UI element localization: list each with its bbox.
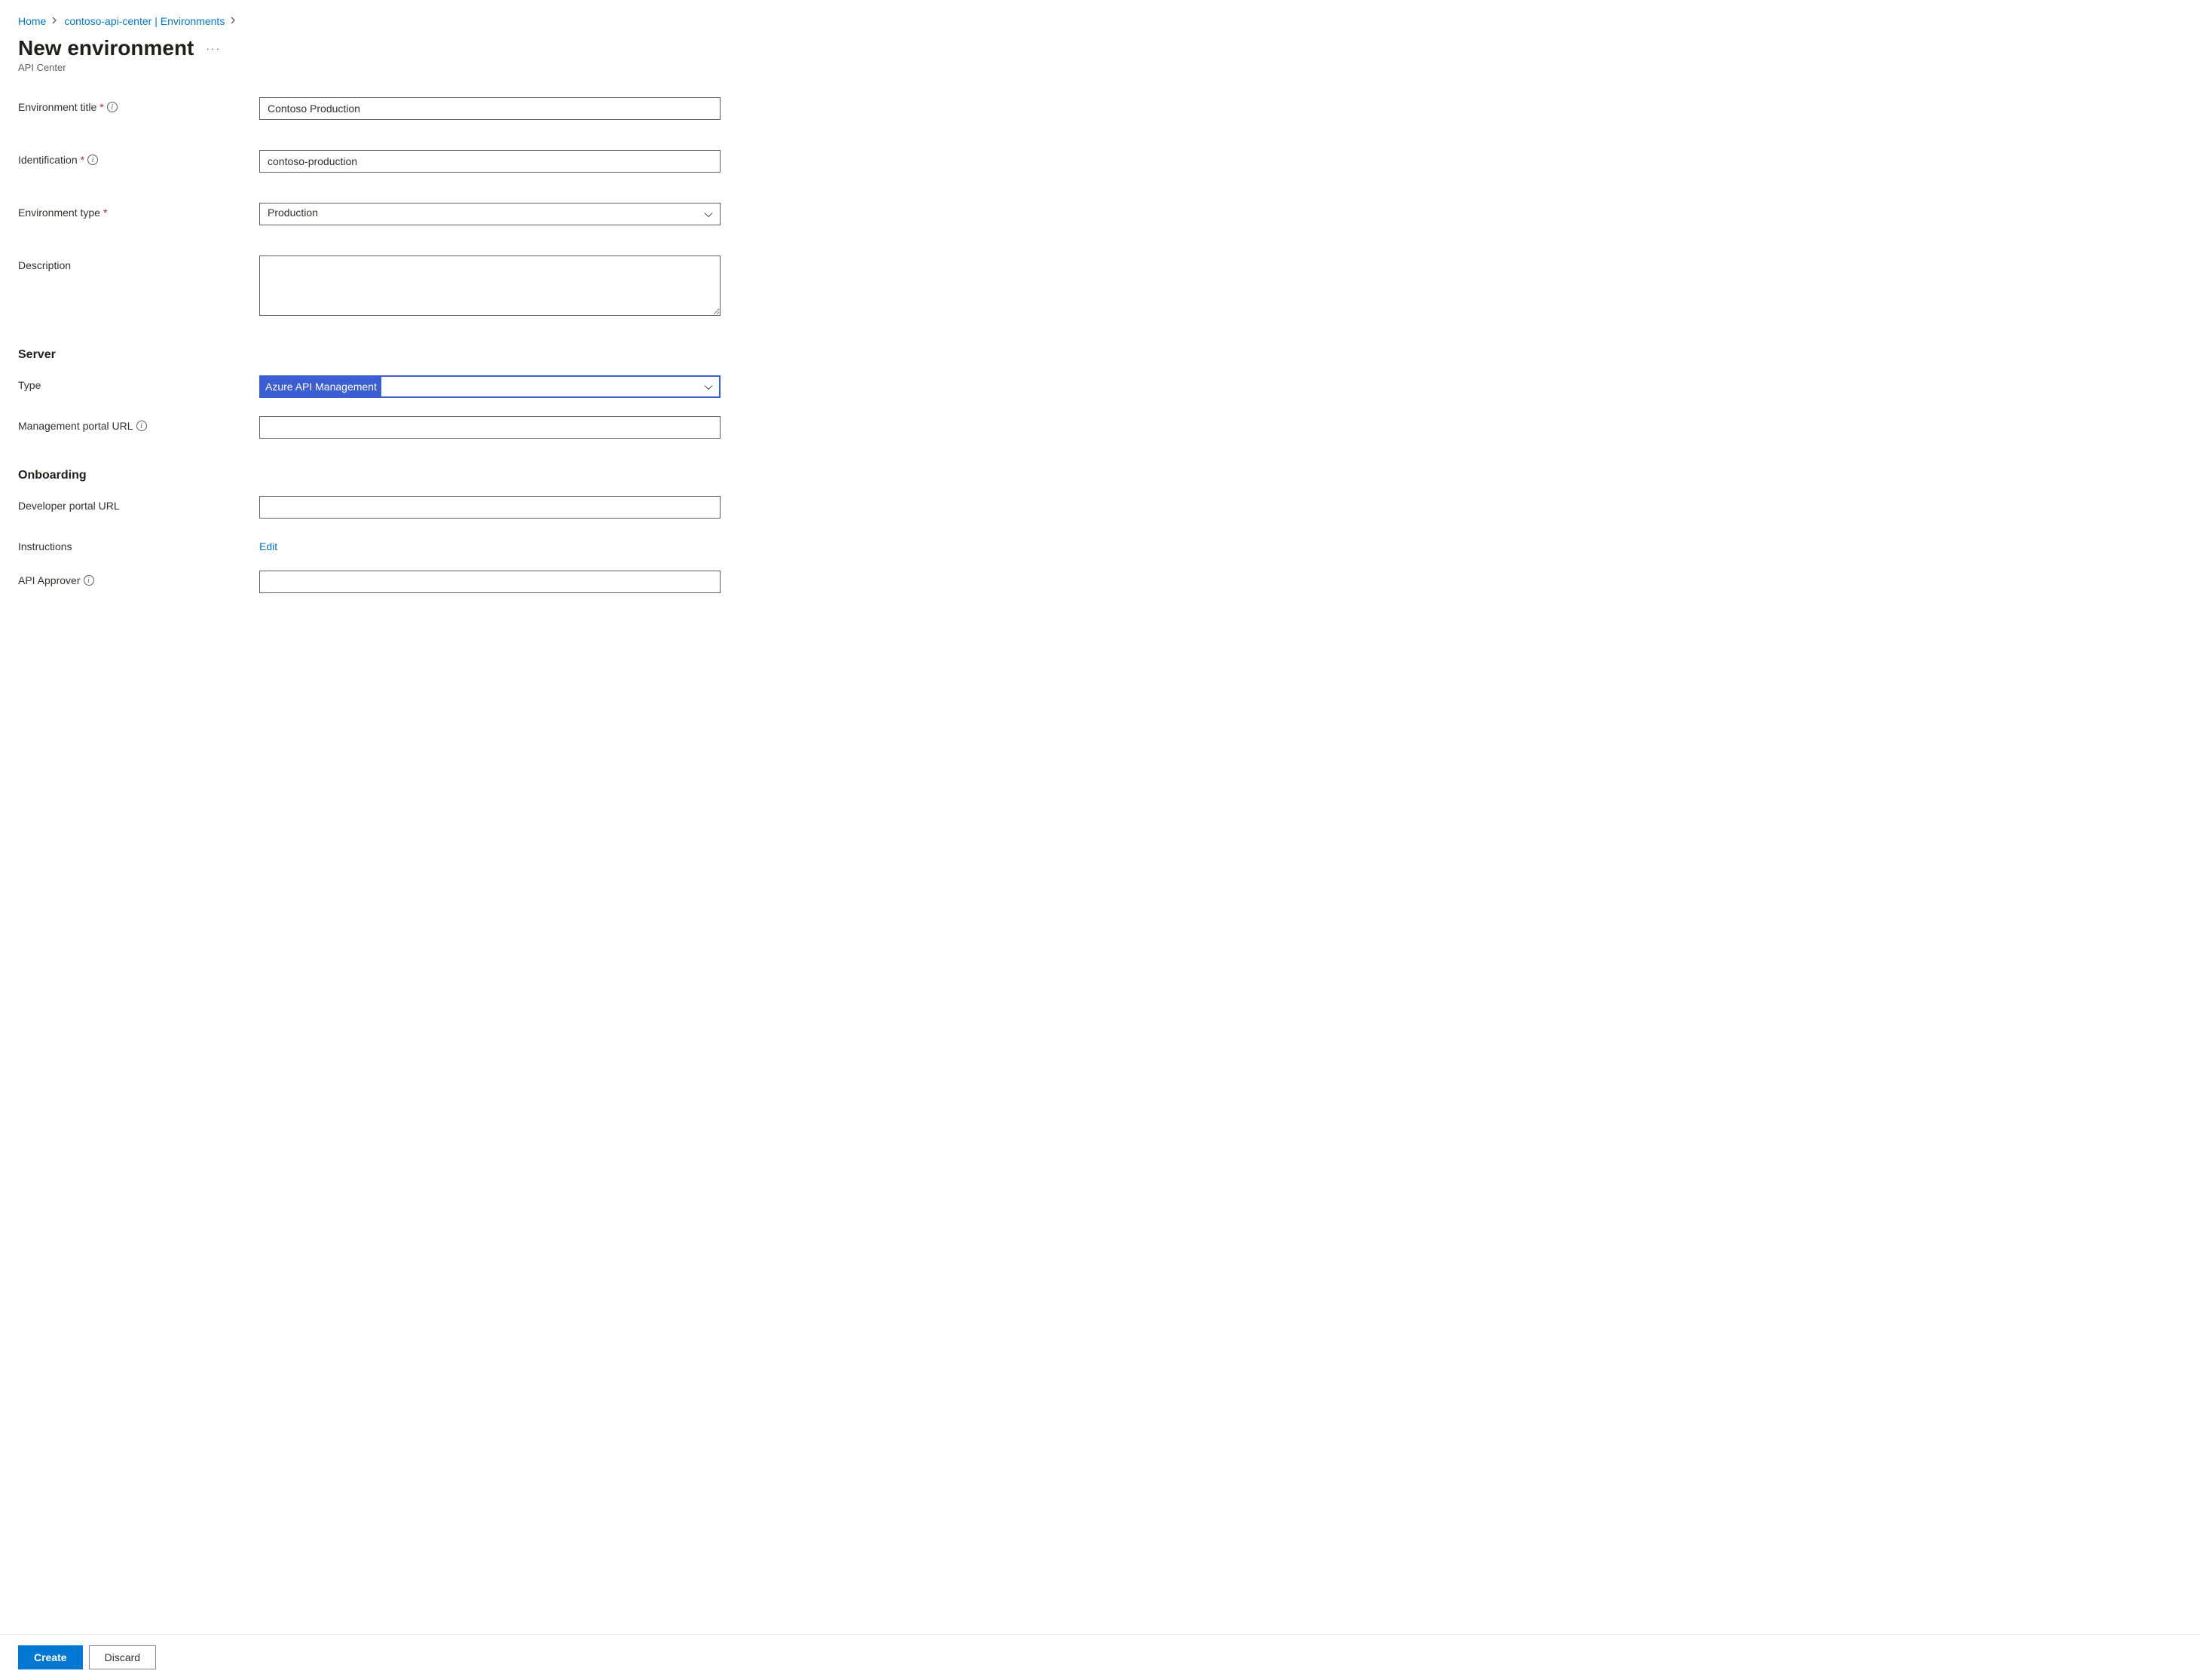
info-icon[interactable]: i [107,102,118,112]
onboarding-heading: Onboarding [18,469,742,482]
description-label: Description [18,259,71,271]
required-marker: * [103,207,107,219]
env-type-select[interactable]: Production [259,203,721,225]
identification-input[interactable] [259,150,721,173]
server-type-label: Type [18,379,41,391]
breadcrumb: Home contoso-api-center | Environments [18,15,2182,27]
env-title-input[interactable] [259,97,721,120]
approver-input[interactable] [259,571,721,593]
server-type-select[interactable] [259,375,721,398]
breadcrumb-environments[interactable]: contoso-api-center | Environments [64,15,225,27]
more-icon[interactable]: ··· [206,42,221,54]
info-icon[interactable]: i [87,155,98,165]
description-textarea[interactable] [259,256,721,316]
create-button[interactable]: Create [18,1645,83,1669]
chevron-right-icon [231,16,237,26]
required-marker: * [99,101,103,113]
page-title: New environment [18,36,194,60]
dev-url-input[interactable] [259,496,721,519]
approver-label: API Approver [18,574,81,586]
env-title-label: Environment title [18,101,96,113]
footer-actions: Create Discard [0,1634,2200,1680]
required-marker: * [81,154,84,166]
instructions-edit-link[interactable]: Edit [259,540,277,552]
env-type-label: Environment type [18,207,100,219]
mgmt-url-input[interactable] [259,416,721,439]
page-subtitle: API Center [18,62,2182,73]
info-icon[interactable]: i [84,575,94,586]
info-icon[interactable]: i [136,421,147,431]
identification-label: Identification [18,154,78,166]
server-heading: Server [18,348,742,362]
discard-button[interactable]: Discard [89,1645,156,1669]
chevron-right-icon [52,16,58,26]
instructions-label: Instructions [18,540,72,552]
dev-url-label: Developer portal URL [18,500,120,512]
breadcrumb-home[interactable]: Home [18,15,46,27]
mgmt-url-label: Management portal URL [18,420,133,432]
